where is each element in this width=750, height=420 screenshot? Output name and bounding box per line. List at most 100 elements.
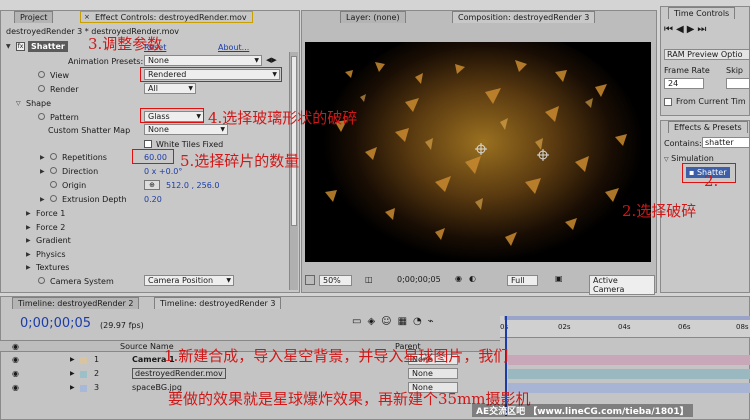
expand-icon[interactable]: ▶	[26, 251, 31, 258]
collapse-icon[interactable]: ▼	[6, 43, 11, 50]
draft3d-icon[interactable]: ◈	[367, 316, 381, 327]
expand-icon[interactable]: ▶	[26, 264, 31, 271]
layer-label-color	[80, 357, 87, 364]
expand-shape-icon[interactable]: ▽	[16, 100, 21, 107]
view-label: View	[50, 71, 69, 80]
animation-presets-select[interactable]: None	[144, 55, 262, 66]
expand-icon[interactable]: ▶	[26, 210, 31, 217]
tab-effects-presets[interactable]: Effects & Presets	[668, 121, 748, 133]
graph-editor-icon[interactable]: ⌁	[428, 316, 440, 327]
tab-timeline-2[interactable]: Timeline: destroyedRender 2	[12, 297, 140, 309]
shy-icon[interactable]: ☺	[381, 316, 397, 327]
quality-select[interactable]: Full	[507, 275, 538, 286]
origin-value[interactable]: 512.0 , 256.0	[166, 181, 219, 190]
layer-bar[interactable]	[508, 383, 750, 393]
timecode-display[interactable]: 0;00;00;05	[397, 275, 441, 284]
tab-project[interactable]: Project	[14, 11, 54, 23]
stopwatch-icon[interactable]	[38, 277, 47, 286]
extrusion-value[interactable]: 0.20	[144, 195, 162, 204]
tab-timeline-3[interactable]: Timeline: destroyedRender 3	[154, 297, 282, 309]
layer-bar[interactable]	[508, 355, 750, 365]
first-frame-icon[interactable]: ⏮	[664, 24, 676, 35]
crosshair-icon[interactable]: ⊕	[144, 180, 160, 190]
stopwatch-icon[interactable]	[50, 153, 59, 162]
preset-nav-icon[interactable]: ◀▶	[266, 56, 277, 64]
expand-icon[interactable]: ▶	[26, 224, 31, 231]
next-frame-icon[interactable]: ⏭	[697, 24, 709, 35]
transport-controls: ⏮◀▶⏭	[664, 24, 750, 35]
stopwatch-icon[interactable]	[50, 167, 59, 176]
frame-rate-select[interactable]: 24	[664, 78, 704, 89]
render-select[interactable]: All	[144, 83, 196, 94]
force1-group[interactable]: Force 1	[36, 209, 65, 218]
from-current-checkbox[interactable]	[664, 98, 672, 106]
white-tiles-checkbox[interactable]	[144, 140, 152, 148]
time-ruler[interactable]: 0s 02s 04s 06s 08s	[500, 316, 750, 338]
camera-system-select[interactable]: Camera Position	[144, 275, 234, 286]
tab-composition[interactable]: Composition: destroyedRender 3	[452, 11, 596, 23]
pattern-label: Pattern	[50, 113, 79, 122]
prev-frame-icon[interactable]: ◀	[676, 24, 687, 35]
tab-layer[interactable]: Layer: (none)	[340, 11, 406, 23]
ruler-tick-2: 04s	[618, 323, 631, 331]
tab-time-controls[interactable]: Time Controls	[668, 7, 736, 19]
about-link[interactable]: About...	[218, 43, 249, 52]
from-current-label: From Current Tim	[676, 97, 746, 106]
close-icon[interactable]: ×	[84, 13, 90, 21]
expand-icon[interactable]: ▶	[26, 237, 31, 244]
contains-label: Contains:	[664, 139, 702, 148]
eye-icon[interactable]: ◉	[12, 383, 19, 392]
layer-row[interactable]: ◉ ▶ 2 destroyedRender.mov None	[0, 368, 750, 381]
textures-group[interactable]: Textures	[36, 263, 69, 272]
expand-icon[interactable]: ▶	[40, 154, 45, 161]
comp-marker-icon[interactable]: ▭	[352, 316, 367, 327]
expand-icon[interactable]: ▶	[70, 384, 75, 391]
gradient-group[interactable]: Gradient	[36, 236, 71, 245]
effect-scrollbar[interactable]	[289, 52, 298, 290]
ruler-tick-3: 06s	[678, 323, 691, 331]
expand-icon[interactable]: ▶	[70, 356, 75, 363]
expand-icon[interactable]: ▶	[40, 168, 45, 175]
parent-select[interactable]: None	[408, 368, 458, 379]
ram-preview-select[interactable]: RAM Preview Optio	[664, 49, 750, 60]
expand-icon[interactable]: ▶	[70, 370, 75, 377]
tab-effect-controls-label: Effect Controls: destroyedRender.mov	[95, 13, 247, 22]
composition-viewer[interactable]	[305, 42, 651, 262]
skip-input[interactable]	[726, 78, 750, 89]
stopwatch-icon[interactable]	[38, 113, 47, 122]
view-options-icon[interactable]: ▣	[555, 274, 563, 283]
simulation-label: Simulation	[671, 154, 714, 163]
eye-icon[interactable]: ◉	[12, 369, 19, 378]
work-area-bar[interactable]	[504, 316, 750, 320]
channel-icon[interactable]: ◐	[469, 274, 476, 283]
simulation-category[interactable]: ▽ Simulation	[664, 154, 714, 163]
active-camera-select[interactable]: Active Camera	[589, 275, 655, 295]
snapshot-icon[interactable]: ◫	[365, 275, 373, 284]
camera-icon[interactable]: ◉	[455, 274, 462, 283]
tab-effect-controls[interactable]: × Effect Controls: destroyedRender.mov	[80, 11, 253, 23]
stopwatch-icon[interactable]	[38, 85, 47, 94]
play-icon[interactable]: ▶	[687, 24, 698, 35]
layer-number: 3	[94, 383, 100, 392]
stopwatch-icon[interactable]	[50, 181, 59, 190]
direction-value[interactable]: 0 x +0.0°	[144, 167, 182, 176]
stopwatch-icon[interactable]	[50, 195, 59, 204]
motion-blur-icon[interactable]: ◔	[413, 316, 428, 327]
watermark: AE交流区吧 【www.lineCG.com/tieba/1801】	[472, 404, 693, 417]
scroll-thumb[interactable]	[291, 56, 297, 226]
stopwatch-icon[interactable]	[38, 71, 47, 80]
timeline-tools: ▭◈☺▦◔⌁	[352, 316, 440, 327]
zoom-select[interactable]: 50%	[319, 275, 352, 286]
direction-label: Direction	[62, 167, 99, 176]
expand-icon[interactable]: ▶	[40, 196, 45, 203]
frame-blend-icon[interactable]: ▦	[398, 316, 413, 327]
layer-bar[interactable]	[508, 369, 750, 379]
fx-icon[interactable]: fx	[16, 42, 25, 51]
timeline-timecode[interactable]: 0;00;00;05	[20, 316, 91, 331]
eye-icon[interactable]: ◉	[12, 355, 19, 364]
force2-group[interactable]: Force 2	[36, 223, 65, 232]
physics-group[interactable]: Physics	[36, 250, 66, 259]
layer-name[interactable]: destroyedRender.mov	[132, 368, 226, 379]
contains-input[interactable]: shatter	[702, 137, 750, 148]
grid-icon[interactable]	[305, 275, 315, 285]
